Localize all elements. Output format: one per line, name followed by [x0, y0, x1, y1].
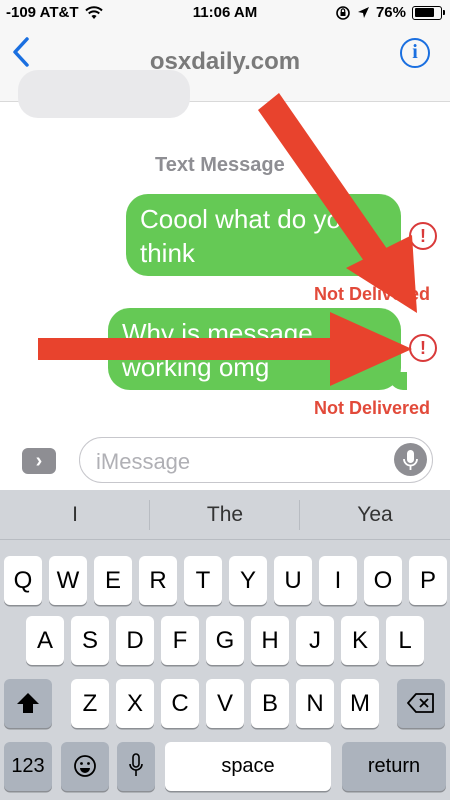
message-placeholder: iMessage: [96, 449, 191, 474]
key[interactable]: N: [296, 679, 334, 728]
key[interactable]: R: [139, 556, 177, 605]
key[interactable]: A: [26, 616, 64, 665]
key[interactable]: Q: [4, 556, 42, 605]
battery-percent: 76%: [375, 4, 406, 21]
key[interactable]: V: [206, 679, 244, 728]
key[interactable]: H: [251, 616, 289, 665]
status-right: 76%: [335, 4, 445, 21]
key[interactable]: B: [251, 679, 289, 728]
battery-fill: [414, 8, 434, 17]
suggestion[interactable]: The: [150, 490, 300, 540]
apps-chevron-icon: ›: [35, 450, 43, 472]
key[interactable]: U: [274, 556, 312, 605]
error-icon[interactable]: !: [409, 334, 437, 362]
numbers-key[interactable]: 123: [4, 742, 52, 791]
delivery-status: Not Delivered: [313, 284, 430, 304]
dictation-icon: [129, 753, 143, 776]
message-text-line: working omg: [122, 352, 270, 382]
dictation-key[interactable]: [117, 742, 155, 791]
suggestion[interactable]: Yea: [300, 490, 450, 540]
key[interactable]: E: [94, 556, 132, 605]
backspace-icon: [407, 693, 434, 713]
message-text-line: Why is message: [122, 318, 313, 348]
imessage-input[interactable]: iMessage: [79, 437, 433, 483]
key[interactable]: J: [296, 616, 334, 665]
key[interactable]: P: [409, 556, 447, 605]
predictive-bar: I The Yea: [0, 490, 450, 540]
key[interactable]: F: [161, 616, 199, 665]
key[interactable]: O: [364, 556, 402, 605]
location-arrow-icon: [357, 7, 369, 18]
key[interactable]: C: [161, 679, 199, 728]
message-text-line: think: [140, 238, 195, 268]
suggestion[interactable]: I: [0, 490, 150, 540]
space-key[interactable]: space: [165, 742, 331, 791]
lock-rotation-icon: [336, 5, 350, 20]
emoji-key[interactable]: [61, 742, 109, 791]
dictation-button[interactable]: [394, 443, 427, 476]
key[interactable]: Z: [71, 679, 109, 728]
shift-key[interactable]: [4, 679, 52, 728]
status-bar: -109 AT&T 11:06 AM 76%: [0, 0, 450, 26]
shift-icon: [17, 693, 39, 713]
service-label: Text Message: [155, 154, 285, 176]
key[interactable]: G: [206, 616, 244, 665]
battery-icon: [412, 5, 445, 20]
key[interactable]: W: [49, 556, 87, 605]
delivery-status: Not Delivered: [313, 398, 430, 418]
key[interactable]: M: [341, 679, 379, 728]
microphone-icon: [403, 450, 418, 470]
sent-message-bubble[interactable]: Why is message working omg: [108, 308, 407, 390]
apps-button[interactable]: ›: [22, 448, 56, 474]
emoji-icon: [74, 755, 96, 777]
sent-message-bubble[interactable]: Coool what do you think: [126, 194, 407, 276]
info-icon[interactable]: i: [400, 38, 430, 68]
received-message-bubble: [18, 70, 190, 118]
keyboard: I The Yea Q W E R T Y U I O P A S D F G …: [0, 490, 450, 800]
backspace-key[interactable]: [397, 679, 445, 728]
key[interactable]: L: [386, 616, 424, 665]
key[interactable]: K: [341, 616, 379, 665]
key[interactable]: I: [319, 556, 357, 605]
error-icon[interactable]: !: [409, 222, 437, 250]
message-text-line: Coool what do you: [140, 204, 356, 234]
return-key[interactable]: return: [342, 742, 446, 791]
key[interactable]: T: [184, 556, 222, 605]
key[interactable]: X: [116, 679, 154, 728]
key[interactable]: Y: [229, 556, 267, 605]
key[interactable]: D: [116, 616, 154, 665]
key[interactable]: S: [71, 616, 109, 665]
